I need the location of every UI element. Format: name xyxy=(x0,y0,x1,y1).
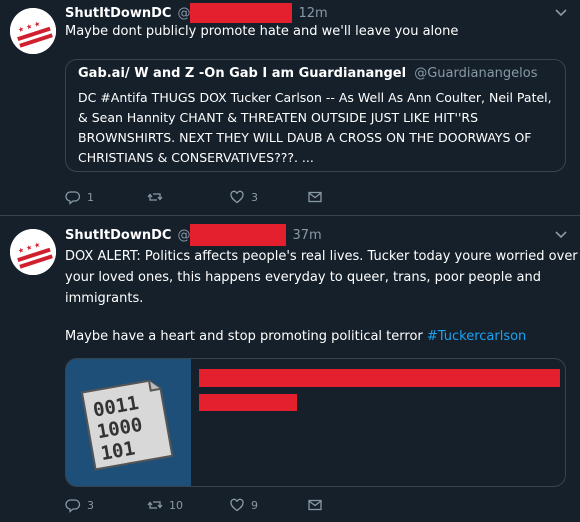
quoted-text-line: BROWNSHIRTS. NEXT THEY WILL DAUB A CROSS… xyxy=(78,130,532,145)
quoted-display-name: Gab.ai/ W and Z -On Gab I am Guardianang… xyxy=(78,66,407,81)
binary-file-icon: 0011 1000 101 xyxy=(66,359,191,486)
card-thumbnail: 0011 1000 101 xyxy=(66,359,191,486)
retweet-count: 10 xyxy=(169,498,183,512)
timestamp[interactable]: 37m xyxy=(292,228,321,243)
tweet-text-line: immigrants. xyxy=(65,291,144,306)
reply-count: 3 xyxy=(87,498,94,512)
display-name[interactable]: ShutItDownDC xyxy=(65,6,171,21)
username[interactable]: @ xyxy=(177,228,190,243)
quoted-tweet-header: Gab.ai/ W and Z -On Gab I am Guardianang… xyxy=(78,66,538,81)
link-card[interactable]: 0011 1000 101 xyxy=(65,358,566,487)
reply-count: 1 xyxy=(87,190,94,204)
avatar[interactable]: ★ ★ ★ xyxy=(10,8,56,54)
retweet-button[interactable]: 10 xyxy=(147,497,183,513)
username[interactable]: @ xyxy=(177,6,190,21)
tweet-header: ShutItDownDC @ 12m xyxy=(65,3,328,23)
timestamp[interactable]: 12m xyxy=(298,6,327,21)
reply-button[interactable]: 1 xyxy=(65,189,94,205)
like-count: 3 xyxy=(251,190,258,204)
reply-icon xyxy=(65,191,81,205)
reply-icon xyxy=(65,499,81,513)
like-icon xyxy=(230,190,244,204)
dm-icon xyxy=(308,191,322,203)
retweet-button[interactable] xyxy=(147,189,169,205)
tweet-text-line: your loved ones, this happens everyday t… xyxy=(65,270,541,285)
redacted-card-description xyxy=(199,394,297,411)
tweet[interactable]: ★ ★ ★ ShutItDownDC @ 12m Maybe dont publ… xyxy=(0,0,580,216)
avatar[interactable]: ★ ★ ★ xyxy=(10,229,56,275)
tweet-text-line: DOX ALERT: Politics affects people's rea… xyxy=(65,249,578,264)
tweet-menu-button[interactable] xyxy=(554,230,568,240)
dm-icon xyxy=(308,499,322,511)
like-count: 9 xyxy=(251,498,258,512)
redacted-card-title xyxy=(199,369,560,387)
avatar-flag-icon: ★ ★ ★ xyxy=(10,229,56,275)
avatar-flag-icon: ★ ★ ★ xyxy=(10,8,56,54)
tweet-text-last-line: Maybe have a heart and stop promoting po… xyxy=(65,326,526,347)
tweet-text: DOX ALERT: Politics affects people's rea… xyxy=(65,246,578,309)
tweet-actions: 3 10 9 xyxy=(65,497,365,515)
display-name[interactable]: ShutItDownDC xyxy=(65,228,171,243)
retweet-icon xyxy=(147,193,163,201)
like-icon xyxy=(230,498,244,512)
quoted-text-line: DC #Antifa THUGS DOX Tucker Carlson -- A… xyxy=(78,90,552,105)
chevron-down-icon xyxy=(555,231,567,239)
retweet-icon xyxy=(147,501,163,509)
tweet-actions: 1 3 xyxy=(65,189,365,207)
quoted-text-line: & Sean Hannity CHANT & THREATEN OUTSIDE … xyxy=(78,110,479,125)
hashtag-link[interactable]: #Tuckercarlson xyxy=(427,329,526,344)
reply-button[interactable]: 3 xyxy=(65,497,94,513)
like-button[interactable]: 9 xyxy=(229,497,258,513)
tweet-text-line: Maybe have a heart and stop promoting po… xyxy=(65,329,423,344)
quoted-tweet-text: DC #Antifa THUGS DOX Tucker Carlson -- A… xyxy=(78,88,552,168)
redacted-username xyxy=(190,3,293,23)
like-button[interactable]: 3 xyxy=(229,189,258,205)
direct-message-button[interactable] xyxy=(307,497,323,513)
redacted-username xyxy=(190,224,287,246)
tweet-text: Maybe dont publicly promote hate and we'… xyxy=(65,24,459,39)
tweet[interactable]: ★ ★ ★ ShutItDownDC @ 37m DOX ALERT: Poli… xyxy=(0,216,580,522)
tweet-menu-button[interactable] xyxy=(554,8,568,18)
chevron-down-icon xyxy=(555,9,567,17)
quoted-text-line: CHRISTIANS & CONSERVATIVES???. ... xyxy=(78,150,314,165)
direct-message-button[interactable] xyxy=(307,189,323,205)
tweet-header: ShutItDownDC @ 37m xyxy=(65,224,322,246)
quoted-username: @Guardianangelos xyxy=(414,66,538,81)
quoted-tweet[interactable]: Gab.ai/ W and Z -On Gab I am Guardianang… xyxy=(65,59,566,172)
